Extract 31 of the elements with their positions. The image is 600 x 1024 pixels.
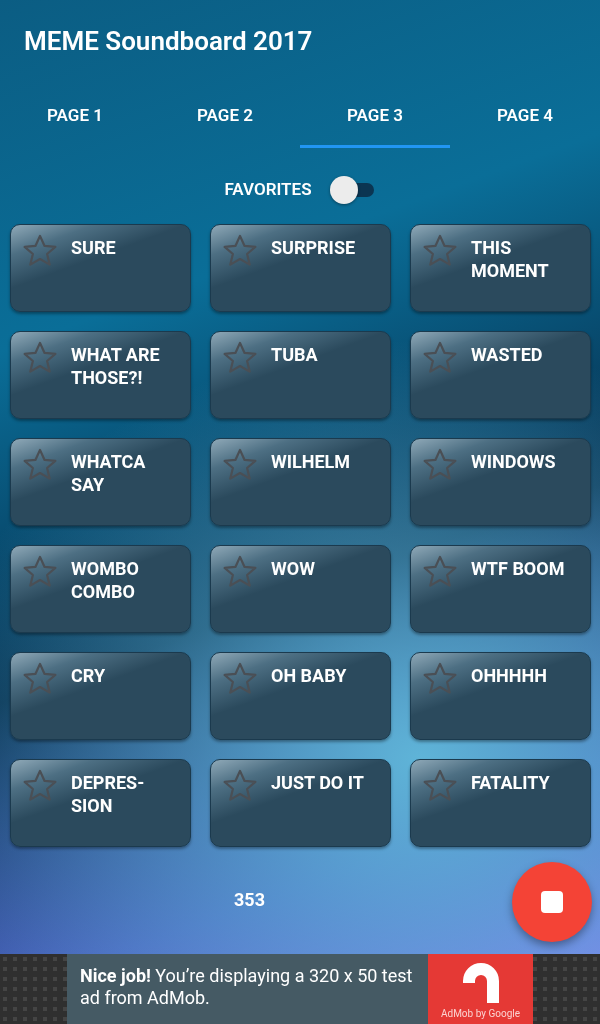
ad-message[interactable]: Nice job! You’re displaying a 320 x 50 test ad from AdMob. [67, 954, 428, 1024]
page-tab[interactable]: PAGE 4 [450, 98, 600, 148]
sound-count: 353 [234, 889, 265, 910]
stop-button[interactable] [512, 862, 592, 942]
sound-button[interactable]: FATALITY [410, 759, 591, 847]
page-tab[interactable]: PAGE 1 [0, 98, 150, 148]
sound-button[interactable]: WHATCA SAY [10, 438, 191, 526]
sound-button[interactable]: JUST DO IT [210, 759, 391, 847]
page-tab[interactable]: PAGE 3 [300, 98, 450, 148]
sound-button[interactable]: WILHELM [210, 438, 391, 526]
sound-button[interactable]: TUBA [210, 331, 391, 419]
sound-button[interactable]: SURE [10, 224, 191, 312]
sound-button[interactable]: THIS MOMENT [410, 224, 591, 312]
sound-button[interactable]: WOMBO COMBO [10, 545, 191, 633]
app-title: MEME Soundboard 2017 [24, 25, 313, 58]
stop-icon [540, 890, 564, 914]
sound-button[interactable]: CRY [10, 652, 191, 740]
page-tab[interactable]: PAGE 2 [150, 98, 300, 148]
sound-button[interactable]: WINDOWS [410, 438, 591, 526]
sound-button[interactable]: SURPRISE [210, 224, 391, 312]
sound-button[interactable]: WTF BOOM [410, 545, 591, 633]
sound-button[interactable]: WASTED [410, 331, 591, 419]
sound-button[interactable]: OH BABY [210, 652, 391, 740]
ad-brand: AdMob by Google [440, 1008, 520, 1019]
favorites-label: FAVORITES [224, 179, 312, 199]
favorites-switch[interactable] [329, 176, 376, 202]
admob-logo-icon [460, 961, 501, 1005]
sound-button[interactable]: OHHHHH [410, 652, 591, 740]
sound-button[interactable]: DEPRES-SION [10, 759, 191, 847]
sound-button[interactable]: WOW [210, 545, 391, 633]
sound-button[interactable]: WHAT ARE THOSE?! [10, 331, 191, 419]
